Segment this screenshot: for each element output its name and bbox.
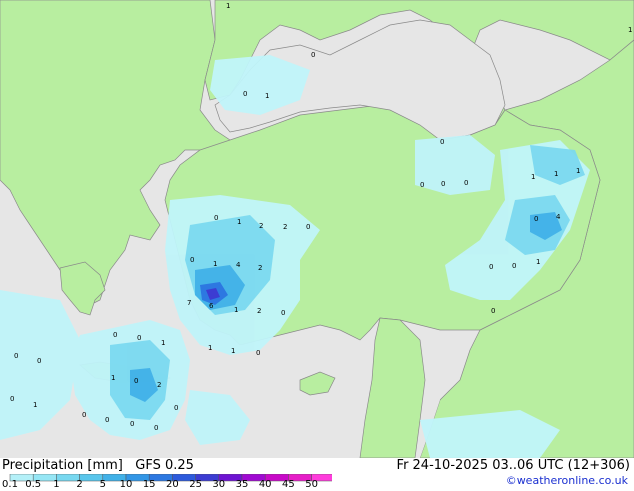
map-label: 0 — [134, 377, 138, 385]
map-label: 0 — [137, 334, 141, 342]
weather-map-page: 1 1 0 0 1 0 0 0 0 1 1 1 0 4 0 0 1 0 0 1 … — [0, 0, 634, 490]
map-label: 2 — [257, 307, 261, 315]
map-label: 1 — [161, 339, 165, 347]
legend-tick-label: 40 — [258, 479, 272, 490]
map-label: 0 — [311, 51, 315, 59]
map-label: 2 — [283, 223, 287, 231]
map-label: 0 — [82, 411, 86, 419]
legend-labels: 0.1 0.5 1 2 5 10 15 20 25 30 35 40 45 50 — [2, 479, 332, 491]
map-label: 0 — [174, 404, 178, 412]
map-label: 0 — [306, 223, 310, 231]
map-label: 0 — [243, 90, 247, 98]
legend-tick-label: 0.5 — [25, 479, 42, 490]
map-label: 1 — [111, 374, 115, 382]
legend-tick-label: 10 — [119, 479, 133, 490]
map-label: 0 — [420, 181, 424, 189]
legend-tick-label: 5 — [99, 479, 106, 490]
map-label: 1 — [226, 2, 230, 10]
map-label: 1 — [208, 344, 212, 352]
precipitation-map: 1 1 0 0 1 0 0 0 0 1 1 1 0 4 0 0 1 0 0 1 … — [0, 0, 634, 458]
legend-tick-label: 1 — [53, 479, 60, 490]
map-label: 0 — [512, 262, 516, 270]
map-label: 4 — [556, 213, 561, 221]
map-title: Precipitation [mm] GFS 0.25 — [2, 458, 194, 473]
map-label: 0 — [281, 309, 285, 317]
copyright-link[interactable]: ©weatheronline.co.uk — [506, 474, 628, 487]
map-label: 1 — [234, 306, 238, 314]
map-label: 4 — [236, 261, 241, 269]
map-footer: Precipitation [mm] GFS 0.25 Fr 24-10-202… — [0, 458, 634, 490]
legend-tick-label: 2 — [76, 479, 83, 490]
map-label: 1 — [628, 26, 632, 34]
map-label: 0 — [489, 263, 493, 271]
map-label: 2 — [157, 381, 161, 389]
valid-time: Fr 24-10-2025 03..06 UTC (12+306) — [396, 458, 630, 473]
map-label: 0 — [105, 416, 109, 424]
legend-tick-label: 25 — [189, 479, 202, 490]
legend-tick-label: 35 — [235, 479, 249, 490]
variable-label: Precipitation [mm] — [2, 458, 123, 473]
map-label: 0 — [10, 395, 14, 403]
map-label: 0 — [214, 214, 218, 222]
map-label: 0 — [113, 331, 117, 339]
map-label: 0 — [37, 357, 41, 365]
map-label: 1 — [237, 218, 241, 226]
map-label: 1 — [576, 167, 580, 175]
map-label: 2 — [259, 222, 263, 230]
map-label: 6 — [209, 302, 214, 310]
map-label: 1 — [265, 92, 269, 100]
map-label: 1 — [33, 401, 37, 409]
legend-tick-label: 0.1 — [2, 479, 18, 490]
map-label: 0 — [441, 180, 445, 188]
map-label: 1 — [554, 170, 558, 178]
map-label: 2 — [258, 264, 262, 272]
map-label: 1 — [536, 258, 540, 266]
color-legend: 0.1 0.5 1 2 5 10 15 20 25 30 35 40 45 50 — [2, 474, 332, 490]
model-label: GFS 0.25 — [135, 458, 194, 473]
legend-tick-label: 50 — [305, 479, 318, 490]
legend-tick-label: 20 — [166, 479, 179, 490]
legend-tick-label: 30 — [212, 479, 226, 490]
map-label: 0 — [154, 424, 158, 432]
legend-tick-label: 45 — [282, 479, 295, 490]
map-label: 0 — [491, 307, 495, 315]
map-label: 1 — [231, 347, 235, 355]
map-label: 0 — [440, 138, 444, 146]
map-label: 0 — [464, 179, 468, 187]
map-label: 7 — [187, 299, 191, 307]
map-label: 0 — [256, 349, 260, 357]
map-label: 1 — [531, 173, 535, 181]
map-label: 0 — [130, 420, 134, 428]
map-label: 1 — [213, 260, 217, 268]
legend-tick-label: 15 — [142, 479, 156, 490]
map-label: 0 — [190, 256, 194, 264]
map-label: 0 — [534, 215, 538, 223]
map-label: 0 — [14, 352, 18, 360]
